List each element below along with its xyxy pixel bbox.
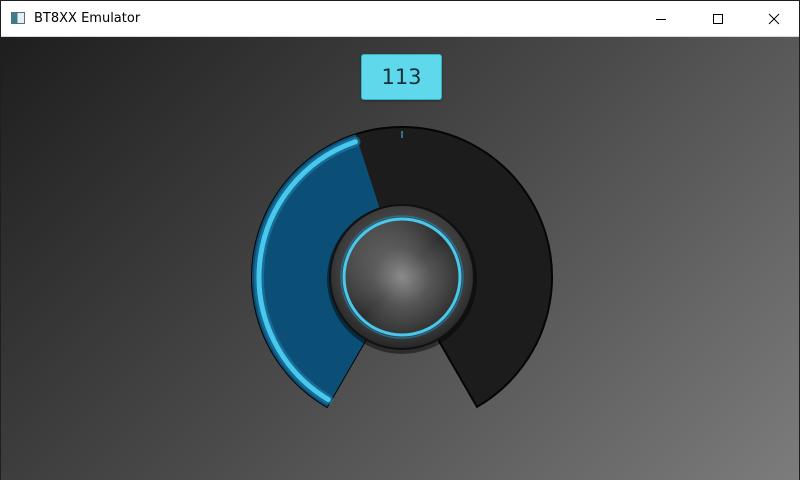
title-bar[interactable]: BT8XX Emulator xyxy=(1,1,799,37)
maximize-button[interactable] xyxy=(695,1,741,36)
close-button[interactable] xyxy=(751,1,797,36)
app-window: BT8XX Emulator 113 xyxy=(0,0,800,480)
close-icon xyxy=(768,13,780,24)
rotary-dial[interactable] xyxy=(1,37,799,480)
app-icon xyxy=(11,12,25,24)
emulator-screen: 113 xyxy=(1,37,799,480)
maximize-icon xyxy=(713,13,723,24)
minimize-button[interactable] xyxy=(638,1,684,36)
minimize-icon xyxy=(656,18,666,20)
window-title: BT8XX Emulator xyxy=(34,11,141,26)
